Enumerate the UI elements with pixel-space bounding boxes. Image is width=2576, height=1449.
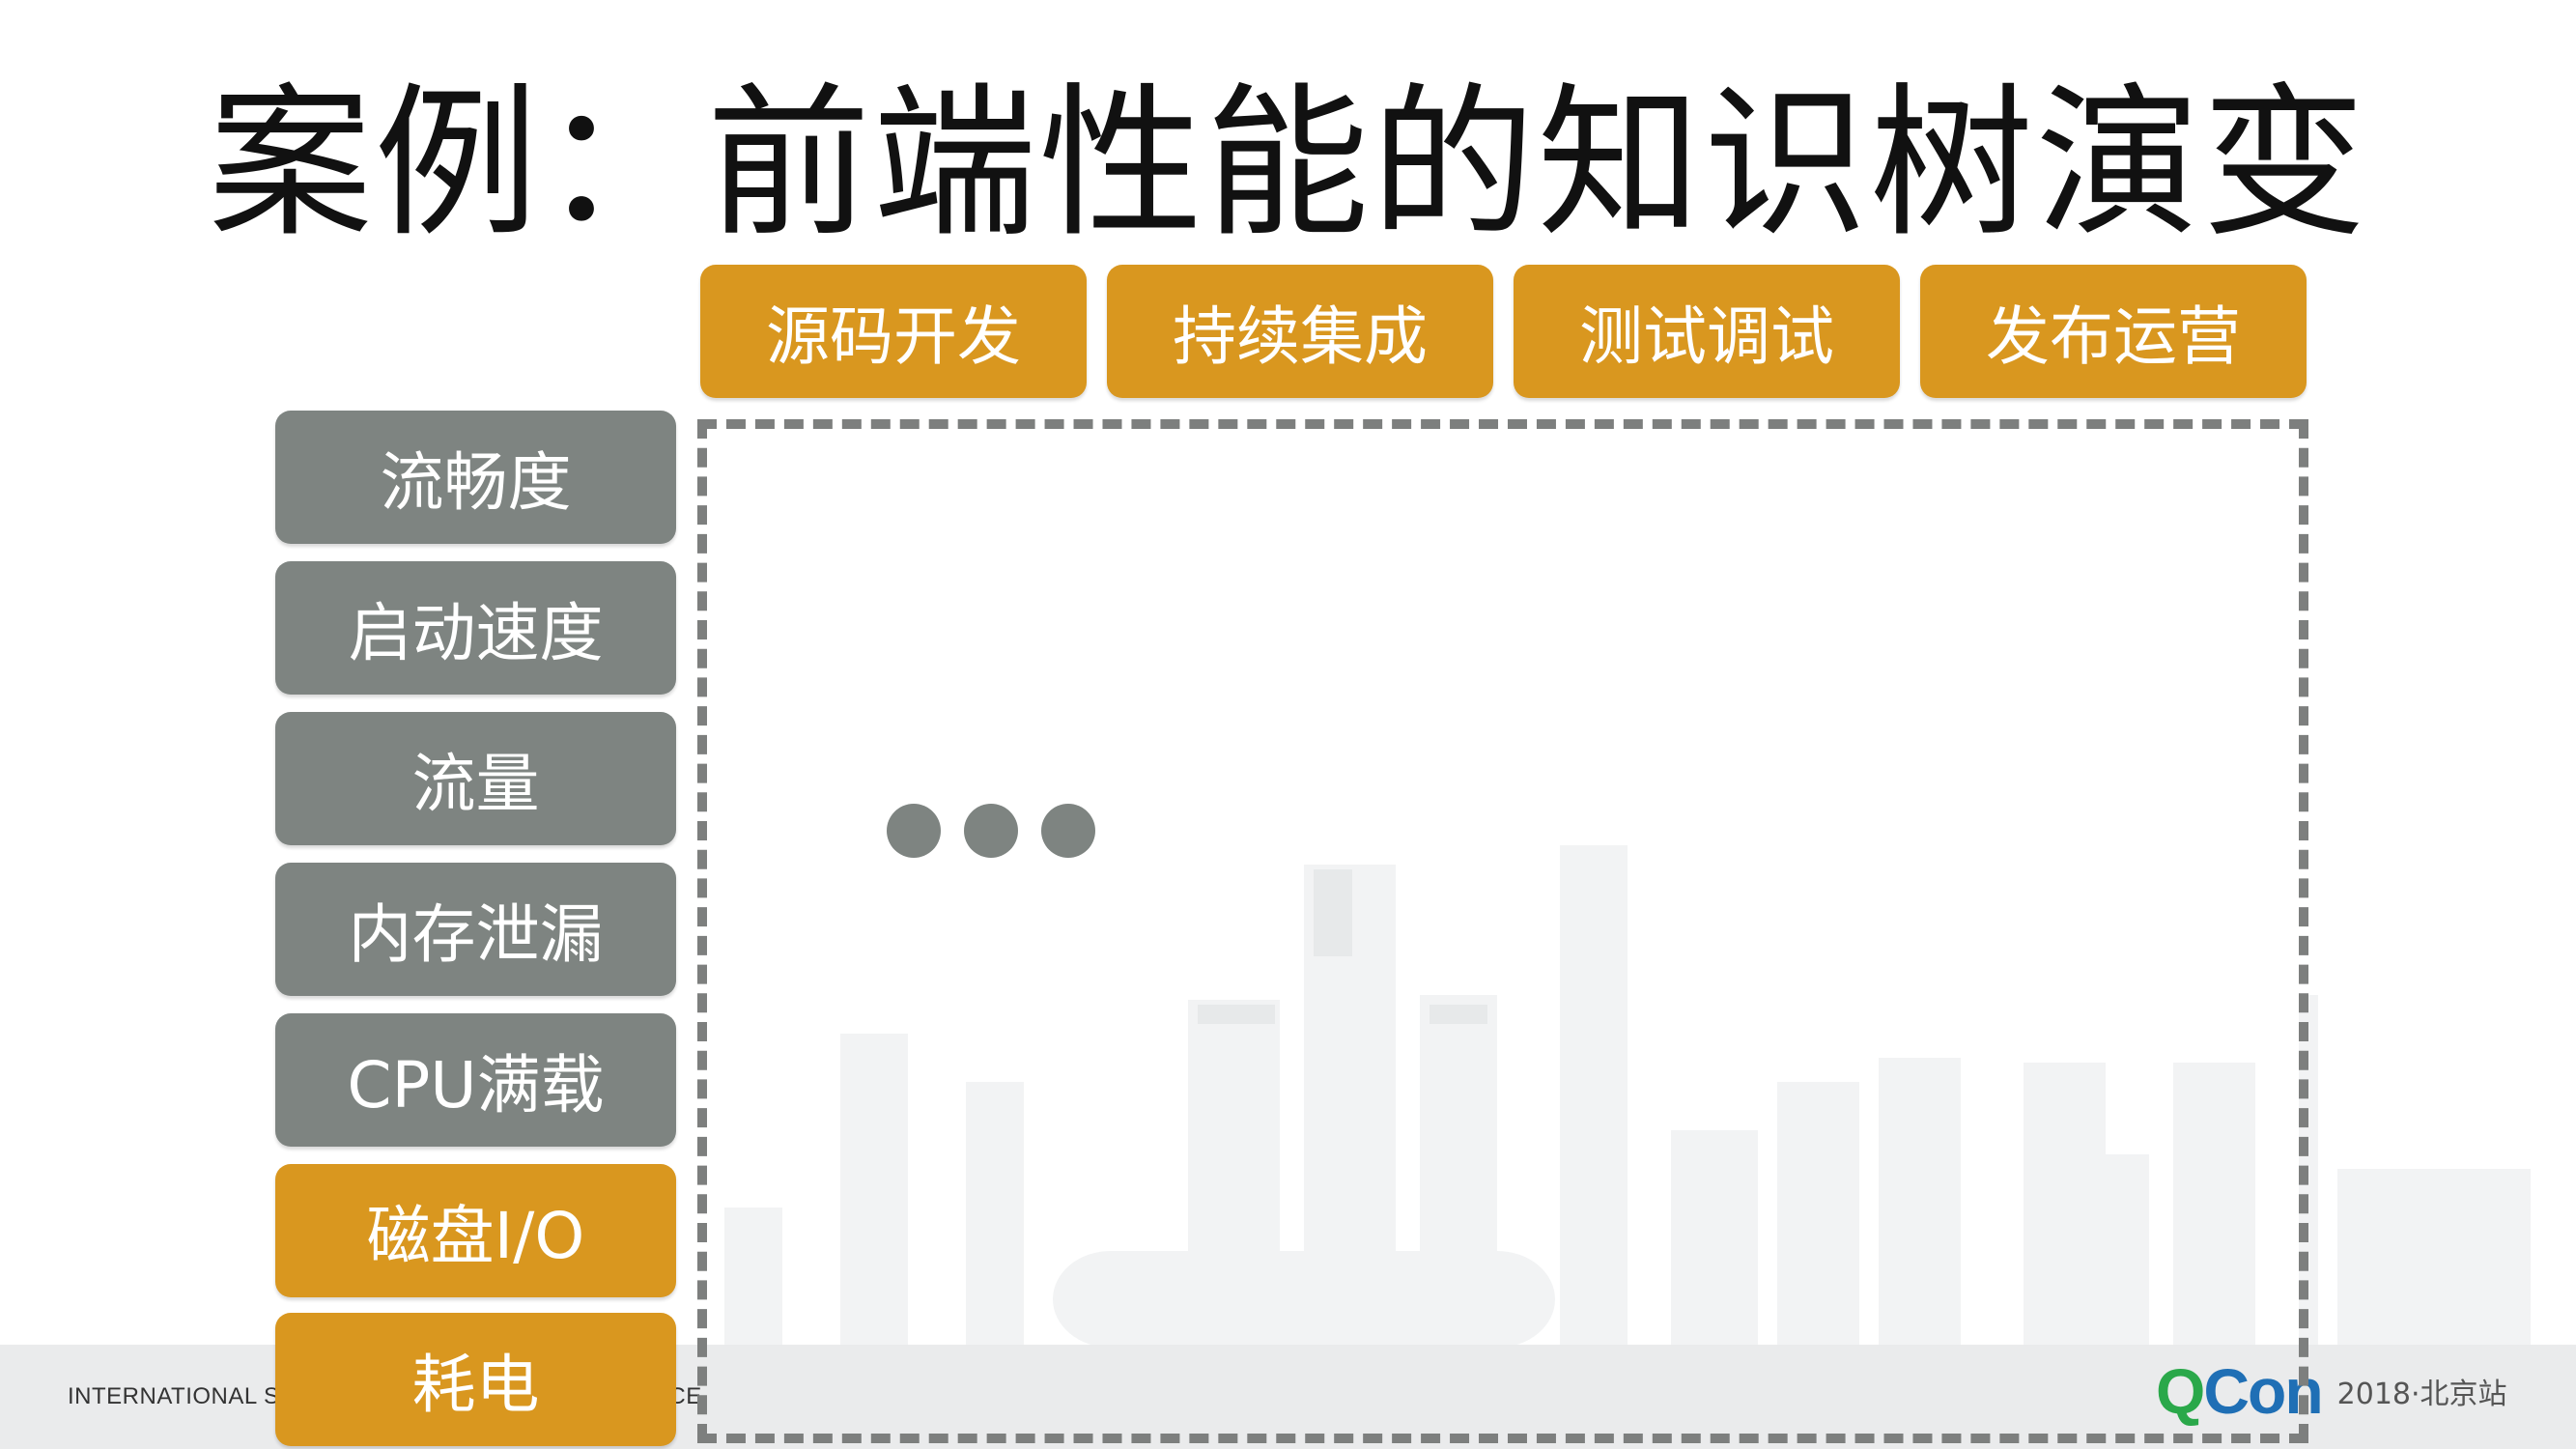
metric-power-consumption: 耗电 xyxy=(275,1313,676,1446)
stage-tab-release-operations: 发布运营 xyxy=(1920,265,2307,398)
ellipsis-dot xyxy=(887,804,941,858)
ellipsis-dot xyxy=(1041,804,1095,858)
stage-tab-testing-debugging: 测试调试 xyxy=(1514,265,1900,398)
stage-tab-continuous-integration: 持续集成 xyxy=(1107,265,1493,398)
metric-smoothness: 流畅度 xyxy=(275,411,676,544)
logo-edition: 2018·北京站 xyxy=(2336,1378,2507,1411)
metric-memory-leak: 内存泄漏 xyxy=(275,863,676,996)
metric-traffic: 流量 xyxy=(275,712,676,845)
ellipsis-dot xyxy=(964,804,1018,858)
metric-disk-io: 磁盘I/O xyxy=(275,1164,676,1297)
metric-cpu-full-load: CPU满载 xyxy=(275,1013,676,1147)
conference-text-left: INTERNATIONAL SC xyxy=(68,1383,297,1409)
metric-startup-speed: 启动速度 xyxy=(275,561,676,695)
stage-tab-source-dev: 源码开发 xyxy=(700,265,1087,398)
dashed-frame xyxy=(697,419,2308,1443)
page-title: 案例：前端性能的知识树演变 xyxy=(208,69,2368,260)
